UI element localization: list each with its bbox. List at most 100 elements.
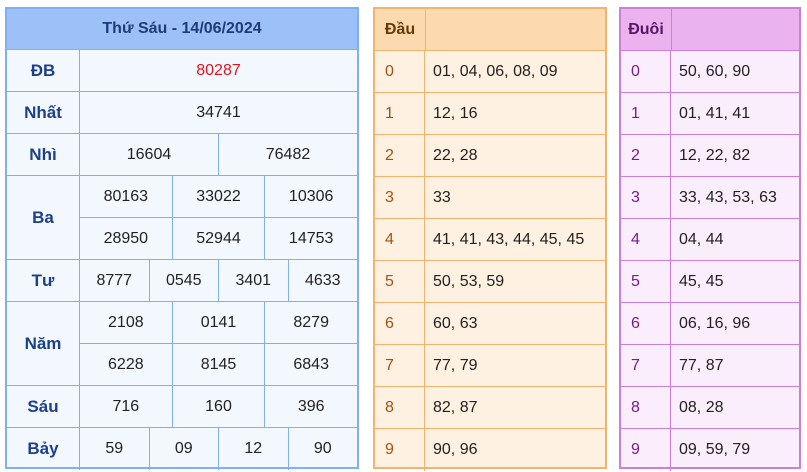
duoi-row-key: 6 [621, 303, 671, 344]
dau-row: 3 33 [375, 177, 605, 219]
prize-row-tu: Tư 8777 0545 3401 4633 [7, 260, 357, 302]
dau-row-values: 33 [433, 188, 451, 206]
prize-label-db: ĐB [7, 50, 80, 91]
duoi-row-values: 01, 41, 41 [679, 104, 751, 122]
prize-row-bay: Bảy 59 09 12 90 [7, 428, 357, 470]
dau-row: 9 90, 96 [375, 429, 605, 471]
prize-label-bay: Bảy [7, 428, 80, 470]
duoi-row: 2 12, 22, 82 [621, 135, 799, 177]
duoi-row-values: 77, 87 [679, 356, 724, 374]
results-title: Thứ Sáu - 14/06/2024 [7, 9, 357, 50]
duoi-row: 9 09, 59, 79 [621, 429, 799, 471]
duoi-row-values: 50, 60, 90 [679, 62, 751, 80]
prize-number: 3401 [218, 260, 288, 301]
prize-label-tu: Tư [7, 260, 80, 301]
prize-number: 160 [171, 386, 265, 427]
prize-number: 6228 [108, 355, 144, 373]
prize-label-sau: Sáu [7, 386, 80, 427]
duoi-row-values: 08, 28 [679, 398, 724, 416]
dau-row-values: 90, 96 [433, 441, 478, 458]
prize-label-nhi: Nhì [7, 134, 80, 175]
duoi-row: 7 77, 87 [621, 345, 799, 387]
duoi-row-key: 7 [621, 345, 671, 386]
prize-number: 59 [105, 440, 124, 457]
dau-row-values: 50, 53, 59 [433, 272, 505, 290]
prize-number: 76482 [218, 134, 357, 175]
prize-number: 8777 [96, 271, 133, 289]
duoi-row: 8 08, 28 [621, 387, 799, 429]
prize-row-sau: Sáu 716 160 396 [7, 386, 357, 428]
prize-number: 12 [218, 428, 288, 470]
prize-number: 396 [264, 386, 357, 427]
duoi-row-key: 8 [621, 387, 671, 428]
prize-number: 6843 [264, 344, 357, 385]
duoi-table: Đuôi 0 50, 60, 90 1 01, 41, 41 2 12, 22, 82 3 3… [619, 7, 801, 471]
special-prize-number: 80287 [196, 61, 241, 79]
duoi-header: Đuôi [621, 9, 799, 51]
dau-row: 2 22, 28 [375, 135, 605, 177]
duoi-header-label: Đuôi [621, 9, 672, 50]
prize-number: 716 [112, 397, 140, 415]
dau-header-label: Đầu [375, 9, 426, 50]
dau-row-key: 6 [375, 303, 425, 344]
dau-row: 6 60, 63 [375, 303, 605, 345]
prize-row-ba: Ba 80163 33022 10306 28950 52944 14753 [7, 176, 357, 260]
duoi-row: 1 01, 41, 41 [621, 93, 799, 135]
duoi-row-key: 9 [621, 429, 671, 471]
duoi-row-key: 5 [621, 261, 671, 302]
prize-number: 52944 [171, 218, 265, 259]
dau-row: 1 12, 16 [375, 93, 605, 135]
dau-row: 7 77, 79 [375, 345, 605, 387]
results-table: Thứ Sáu - 14/06/2024 ĐB 80287 Nhất 34741… [5, 7, 359, 470]
prize-label-ba: Ba [7, 176, 80, 259]
dau-row: 5 50, 53, 59 [375, 261, 605, 303]
dau-row-key: 3 [375, 177, 425, 218]
duoi-row-values: 04, 44 [679, 230, 724, 248]
duoi-row-key: 2 [621, 135, 671, 176]
prize-number: 33022 [171, 176, 265, 217]
prize-number: 8145 [171, 344, 265, 385]
duoi-row-key: 0 [621, 51, 671, 92]
duoi-row-values: 06, 16, 96 [679, 314, 751, 332]
prize-row-nam: Năm 2108 0141 8279 6228 8145 6843 [7, 302, 357, 386]
duoi-row: 5 45, 45 [621, 261, 799, 303]
prize-number: 0141 [171, 302, 265, 343]
duoi-row-values: 33, 43, 53, 63 [679, 188, 777, 206]
dau-row: 8 82, 87 [375, 387, 605, 429]
prize-number: 34741 [196, 103, 241, 121]
dau-table: Đầu 0 01, 04, 06, 08, 09 1 12, 16 2 22, 28 3 33… [373, 7, 607, 471]
prize-number: 4633 [287, 260, 358, 301]
dau-row-values: 60, 63 [433, 314, 478, 332]
prize-number: 14753 [264, 218, 357, 259]
dau-row: 4 41, 41, 43, 44, 45, 45 [375, 219, 605, 261]
duoi-row-values: 09, 59, 79 [679, 441, 751, 458]
dau-row-key: 7 [375, 345, 425, 386]
dau-row-values: 82, 87 [433, 398, 478, 416]
duoi-row-values: 12, 22, 82 [679, 146, 751, 164]
duoi-row-values: 45, 45 [679, 272, 724, 290]
dau-row-values: 77, 79 [433, 356, 478, 374]
prize-number: 09 [148, 428, 219, 470]
prize-label-nhat: Nhất [7, 92, 80, 133]
dau-row-values: 22, 28 [433, 146, 478, 164]
dau-row-key: 4 [375, 219, 425, 260]
dau-row-key: 2 [375, 135, 425, 176]
duoi-row: 3 33, 43, 53, 63 [621, 177, 799, 219]
dau-header: Đầu [375, 9, 605, 51]
prize-number: 8279 [264, 302, 357, 343]
dau-row-key: 5 [375, 261, 425, 302]
dau-row: 0 01, 04, 06, 08, 09 [375, 51, 605, 93]
prize-number: 16604 [126, 145, 172, 163]
duoi-row-key: 3 [621, 177, 671, 218]
prize-row-nhi: Nhì 16604 76482 [7, 134, 357, 176]
duoi-row-key: 4 [621, 219, 671, 260]
duoi-row: 0 50, 60, 90 [621, 51, 799, 93]
prize-number: 90 [287, 428, 358, 470]
duoi-row: 6 06, 16, 96 [621, 303, 799, 345]
prize-label-nam: Năm [7, 302, 80, 385]
dau-row-key: 0 [375, 51, 425, 92]
prize-number: 2108 [108, 313, 144, 331]
prize-number: 10306 [264, 176, 357, 217]
prize-number: 28950 [103, 229, 149, 247]
duoi-row-key: 1 [621, 93, 671, 134]
